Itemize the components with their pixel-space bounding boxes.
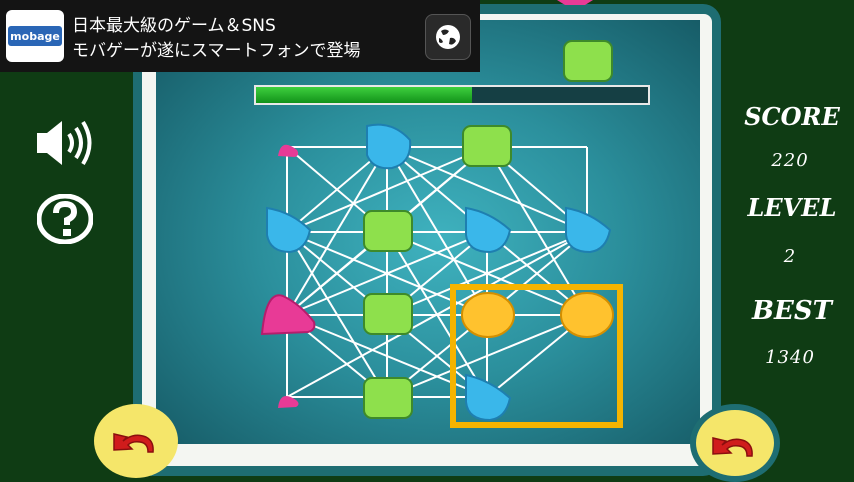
circle-piece[interactable] xyxy=(461,292,515,338)
redo-arrow-icon xyxy=(712,437,753,457)
ad-banner[interactable]: mobage 日本最大級のゲーム＆SNS モバゲーが遂にスマートフォンで登場 xyxy=(0,0,480,72)
circle-piece[interactable] xyxy=(560,292,614,338)
globe-icon[interactable] xyxy=(425,14,471,60)
score-label: SCORE xyxy=(744,102,840,131)
square-piece[interactable] xyxy=(462,125,512,167)
ad-subline: モバゲーが遂にスマートフォンで登場 xyxy=(72,41,361,61)
teardrop-piece[interactable] xyxy=(465,373,512,422)
teardrop-piece[interactable] xyxy=(465,206,512,254)
teardrop-piece[interactable] xyxy=(366,123,412,170)
square-piece[interactable] xyxy=(363,293,413,335)
square-piece[interactable] xyxy=(363,377,413,419)
next-piece-preview xyxy=(563,40,613,82)
score-value: 220 xyxy=(771,150,809,171)
best-label: BEST xyxy=(752,296,832,326)
timer-bar xyxy=(254,85,650,105)
timer-bar-fill xyxy=(256,87,472,103)
undo-arrow-icon xyxy=(113,433,154,453)
ad-headline: 日本最大級のゲーム＆SNS xyxy=(72,16,276,36)
square-piece[interactable] xyxy=(363,210,413,252)
ad-logo: mobage xyxy=(6,10,64,62)
question-icon[interactable] xyxy=(36,193,94,248)
redo-button[interactable] xyxy=(690,404,780,482)
teardrop-piece[interactable] xyxy=(266,206,312,254)
best-value: 1340 xyxy=(765,347,815,368)
triangle-piece[interactable] xyxy=(260,294,316,336)
teardrop-piece[interactable] xyxy=(565,206,612,254)
graph-edges xyxy=(286,146,588,398)
undo-button[interactable] xyxy=(94,404,178,478)
level-label: LEVEL xyxy=(747,193,837,222)
speaker-icon[interactable] xyxy=(36,118,96,172)
level-value: 2 xyxy=(783,246,797,267)
